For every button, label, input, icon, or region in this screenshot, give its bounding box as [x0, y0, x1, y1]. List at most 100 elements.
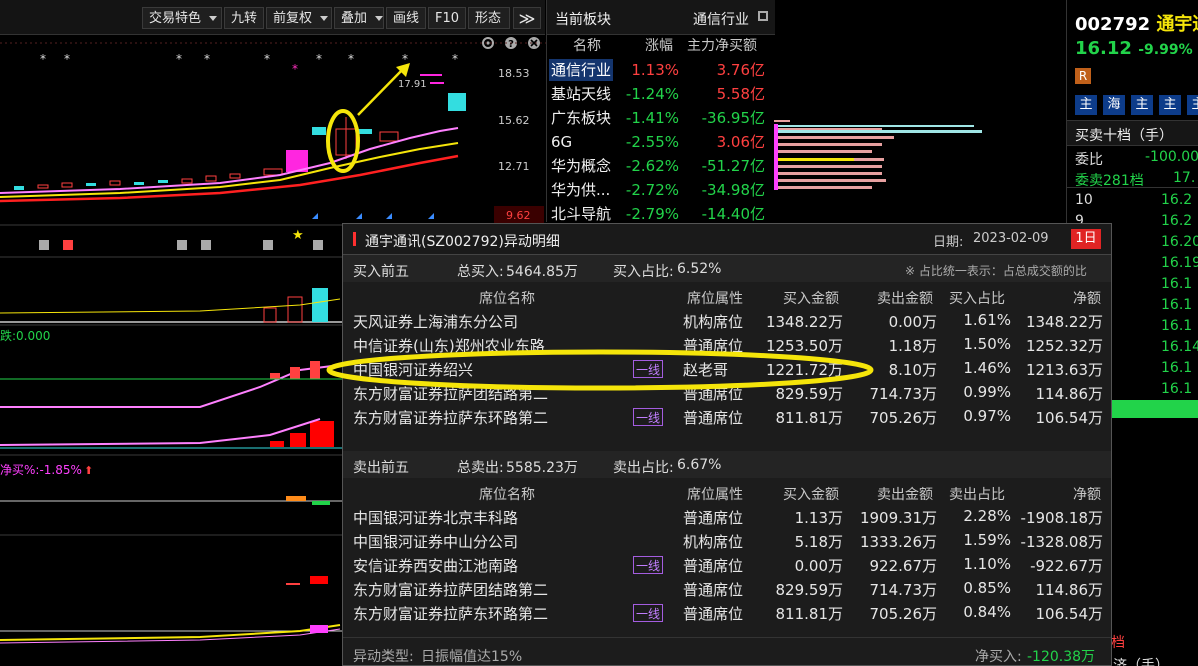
- price-adjust-dropdown[interactable]: 前复权: [266, 7, 332, 29]
- sector-net-buy: 5.58亿: [716, 85, 765, 103]
- sell-amount: 922.67万: [869, 557, 938, 575]
- popup-header: 通宇通讯(SZ002792)异动明细 日期: 2023-02-09 1日: [343, 224, 1111, 255]
- stock-name: 通宇通: [1156, 14, 1198, 35]
- svg-text:?: ?: [508, 39, 514, 50]
- sector-name: 北斗导航: [551, 205, 612, 223]
- signal-star-row: * * * * * * * * *: [40, 52, 458, 66]
- ratio-value: 1.50%: [963, 335, 1011, 353]
- first-tier-tag[interactable]: 一线: [633, 556, 663, 574]
- net-amount: -1328.08万: [1020, 533, 1103, 551]
- candlesticks: [14, 74, 466, 190]
- seat-name: 东方财富证券拉萨团结路第二: [353, 581, 549, 599]
- stock-price: 16.12: [1075, 38, 1132, 59]
- buy-ratio-label: 买入占比:: [613, 264, 674, 280]
- buy-table-header: 席位名称 席位属性 买入金额 卖出金额 买入占比 净额: [343, 285, 1111, 307]
- indicator2-label: 净买%:-1.85%: [0, 463, 82, 477]
- price-tick: 9.62: [506, 209, 531, 222]
- seat-attribute: 机构席位: [683, 313, 744, 331]
- seat-name: 东方财富证券拉萨东环路第二: [353, 409, 549, 427]
- col-seat-header: 席位名称: [479, 291, 535, 307]
- seat-name: 东方财富证券拉萨东环路第二: [353, 605, 549, 623]
- toolbar-label: 叠加: [341, 11, 368, 26]
- sector-row[interactable]: 广东板块 -1.41% -36.95亿: [547, 106, 775, 130]
- bottom-label: 档: [1111, 635, 1125, 651]
- chevron-down-icon: [320, 16, 329, 21]
- current-sector-label[interactable]: 通信行业: [693, 9, 749, 29]
- sector-name: 基站天线: [551, 85, 612, 103]
- ratio-value: 0.85%: [963, 579, 1011, 597]
- col-ratio-header: 卖出占比: [949, 487, 1005, 503]
- seat-table-row[interactable]: 东方财富证券拉萨团结路第二 普通席位 829.59万 714.73万 0.85% 114.…: [343, 577, 1111, 601]
- date-value[interactable]: 2023-02-09: [973, 231, 1049, 246]
- market-tag[interactable]: 主: [1187, 95, 1198, 115]
- col-change-header: 涨幅: [645, 38, 673, 54]
- col-net-header: 主力净买额: [687, 38, 757, 54]
- sell-amount: 0.00万: [888, 313, 937, 331]
- sell-section-title: 卖出前五: [353, 460, 409, 476]
- nine-turn-button[interactable]: 九转: [224, 7, 264, 29]
- net-amount: 1348.22万: [1025, 313, 1103, 331]
- seat-table-row[interactable]: 安信证券西安曲江池南路 一线 普通席位 0.00万 922.67万 1.10% -922.6…: [343, 553, 1111, 577]
- svg-text:*: *: [316, 52, 322, 66]
- seat-attribute: 普通席位: [683, 409, 744, 427]
- pattern-button[interactable]: 形态: [468, 7, 510, 29]
- expand-icon[interactable]: [758, 11, 768, 21]
- market-tag[interactable]: 海: [1103, 95, 1125, 115]
- order-book-title: 买卖十档（手）: [1075, 128, 1173, 144]
- toolbar-label: 前复权: [273, 11, 313, 26]
- toolbar-label: F10: [435, 11, 460, 26]
- col-seat-header: 席位名称: [479, 487, 535, 503]
- net-amount: -922.67万: [1030, 557, 1103, 575]
- sell-amount: 1333.26万: [859, 533, 937, 551]
- ratio-value: 1.61%: [963, 311, 1011, 329]
- trade-feature-dropdown[interactable]: 交易特色: [142, 7, 222, 29]
- buy-amount: 811.81万: [775, 605, 844, 623]
- seat-table-row[interactable]: 东方财富证券拉萨东环路第二 一线 普通席位 811.81万 705.26万 0.84% 10…: [343, 601, 1111, 625]
- seat-table-row[interactable]: 天风证券上海浦东分公司 机构席位 1348.22万 0.00万 1.61% 1348.22…: [343, 309, 1111, 333]
- seat-table-row[interactable]: 东方财富证券拉萨东环路第二 一线 普通席位 811.81万 705.26万 0.97% 10…: [343, 405, 1111, 429]
- close-icon[interactable]: [528, 37, 540, 49]
- sell-level-price: 16.1: [1161, 381, 1193, 397]
- toolbar-label: 交易特色: [149, 11, 202, 26]
- market-tag[interactable]: 主: [1075, 95, 1097, 115]
- anomaly-type-label: 异动类型:: [353, 649, 414, 665]
- svg-text:*: *: [176, 52, 182, 66]
- sector-row[interactable]: 通信行业 1.13% 3.76亿: [547, 58, 775, 82]
- sector-name: 华为供...: [551, 181, 611, 199]
- price-tick: 18.53: [498, 67, 530, 80]
- market-tag[interactable]: 主: [1159, 95, 1181, 115]
- buy-total-label: 总买入:: [457, 264, 504, 280]
- first-tier-tag[interactable]: 一线: [633, 604, 663, 622]
- sell-total-value: 5585.23万: [506, 460, 578, 476]
- sector-change: -2.55%: [625, 133, 679, 151]
- star-icon: ★: [292, 228, 304, 243]
- f10-button[interactable]: F10: [428, 7, 466, 29]
- indicator1-label: 跌:0.000: [0, 328, 50, 343]
- more-button[interactable]: ≫: [513, 7, 541, 29]
- svg-text:*: *: [264, 52, 270, 66]
- depth-marker: [774, 124, 778, 190]
- net-amount: 1252.32万: [1025, 337, 1103, 355]
- sell-amount: 1.18万: [888, 337, 937, 355]
- draw-line-button[interactable]: 画线: [386, 7, 426, 29]
- chevron-down-icon: [375, 16, 384, 21]
- sector-row[interactable]: 6G -2.55% 3.06亿: [547, 130, 775, 154]
- sector-change: -1.41%: [625, 109, 679, 127]
- seat-table-row[interactable]: 中国银河证券北京丰科路 普通席位 1.13万 1909.31万 2.28% -1908.1…: [343, 505, 1111, 529]
- svg-text:*: *: [348, 52, 354, 66]
- seat-attribute: 普通席位: [683, 605, 744, 623]
- col-ratio-header: 买入占比: [949, 291, 1005, 307]
- market-tag[interactable]: 主: [1131, 95, 1153, 115]
- toolbar-label: 画线: [393, 11, 420, 26]
- first-tier-tag[interactable]: 一线: [633, 408, 663, 426]
- seat-table-row[interactable]: 中国银河证券中山分公司 机构席位 5.18万 1333.26万 1.59% -1328.0…: [343, 529, 1111, 553]
- sell-level-price: 16.2: [1161, 213, 1193, 229]
- overlay-dropdown[interactable]: 叠加: [334, 7, 384, 29]
- period-button[interactable]: 1日: [1071, 229, 1101, 249]
- sector-row[interactable]: 华为供... -2.72% -34.98亿: [547, 178, 775, 202]
- sell-amount: 1909.31万: [859, 509, 937, 527]
- sector-row[interactable]: 华为概念 -2.62% -51.27亿: [547, 154, 775, 178]
- sector-change: -1.24%: [625, 85, 679, 103]
- sector-name: 6G: [551, 133, 573, 151]
- sector-row[interactable]: 基站天线 -1.24% 5.58亿: [547, 82, 775, 106]
